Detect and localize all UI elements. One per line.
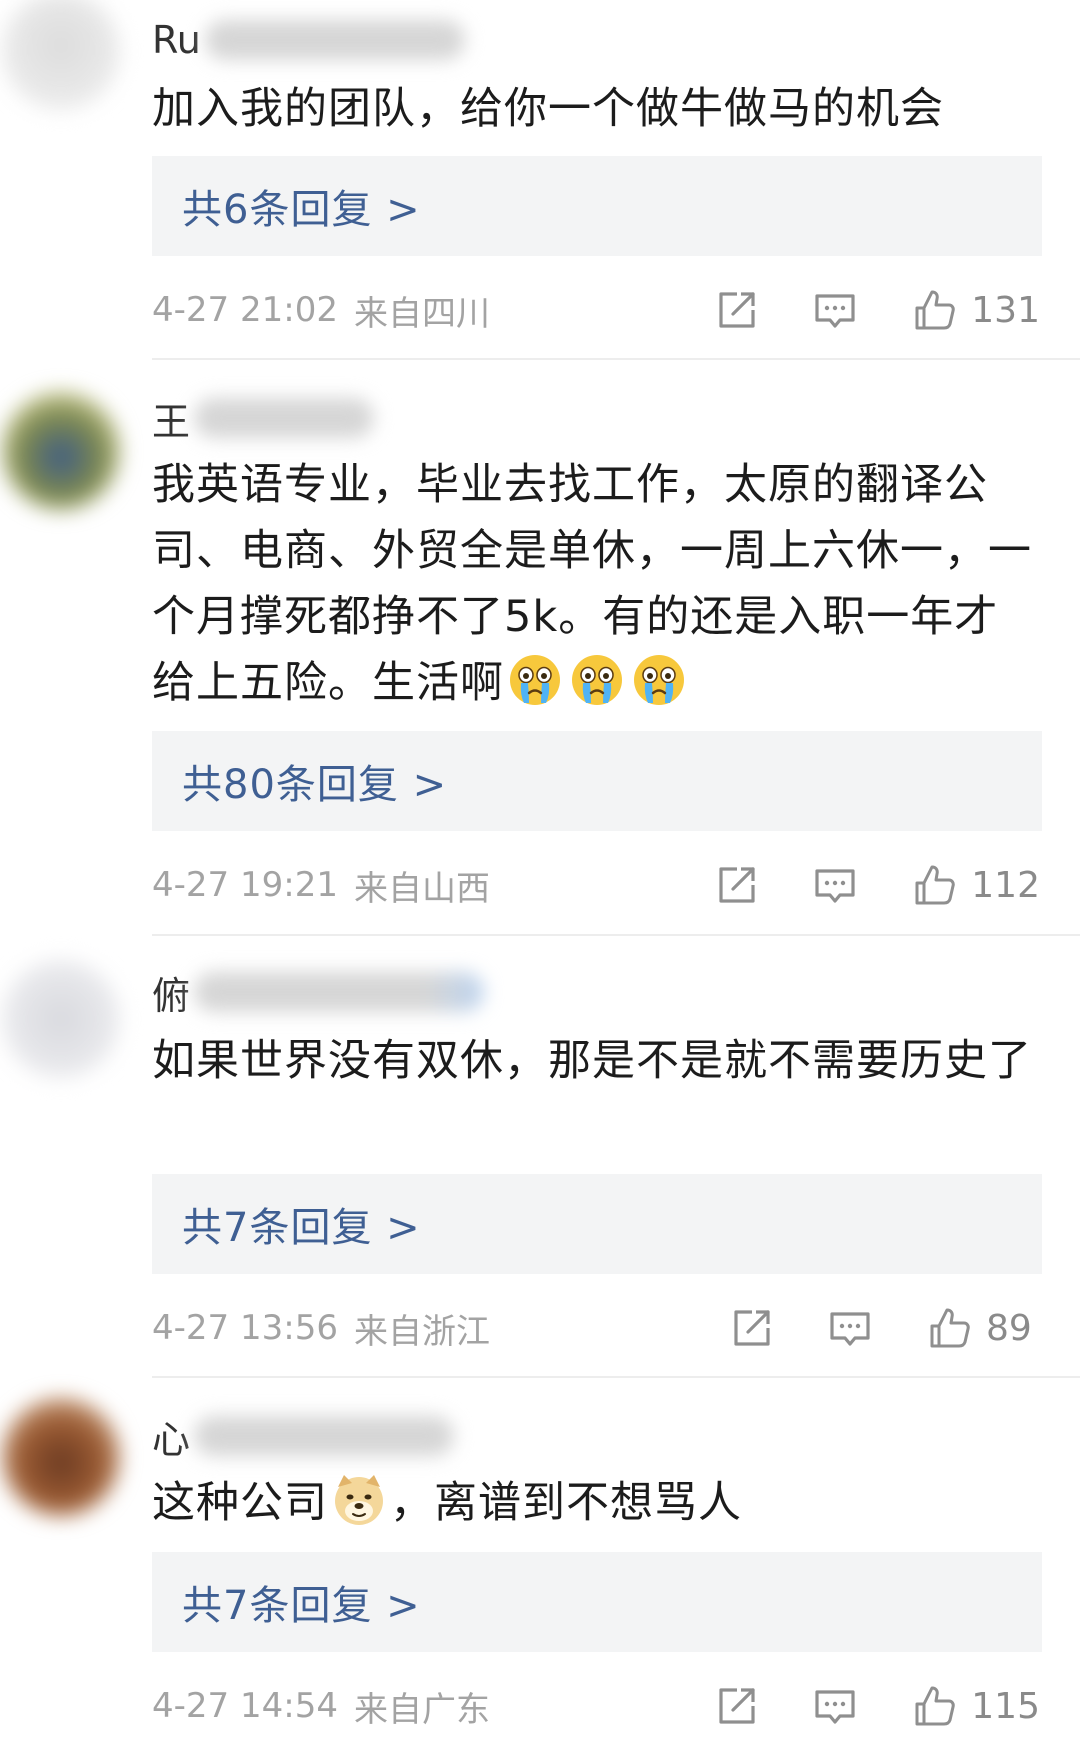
share-icon[interactable] (715, 288, 759, 332)
comment-text-after: ，离谱到不想骂人 (390, 1478, 742, 1528)
username-blur (194, 398, 375, 438)
username[interactable]: Ru (152, 14, 465, 66)
comment-meta: 4-27 13:56 来自浙江 89 (152, 1298, 1040, 1358)
reply-count-label: 共7条回复 > (182, 1205, 421, 1251)
location: 来自四川 (353, 293, 490, 334)
like-icon[interactable] (913, 288, 957, 332)
like-count: 131 (971, 289, 1040, 331)
crying-emoji (570, 653, 624, 707)
view-replies-button[interactable]: 共7条回复 > (152, 1552, 1042, 1652)
username-text: 心 (152, 1417, 191, 1462)
timestamp: 4-27 14:54 (152, 1686, 338, 1726)
avatar[interactable] (2, 960, 120, 1078)
comment-meta: 4-27 21:02 来自四川 131 (152, 280, 1040, 340)
share-icon[interactable] (730, 1306, 774, 1350)
location: 来自山西 (353, 868, 490, 909)
reply-count-label: 共6条回复 > (182, 187, 421, 233)
location: 来自广东 (353, 1689, 490, 1730)
comment-actions: 89 (730, 1306, 1040, 1350)
reply-count-label: 共7条回复 > (182, 1583, 421, 1629)
crying-emoji (632, 653, 686, 707)
username-text: 俯 (152, 973, 191, 1018)
comment-text-before: 这种公司 (152, 1478, 328, 1528)
comment-actions: 112 (715, 863, 1040, 907)
comment-icon[interactable] (813, 863, 857, 907)
view-replies-button[interactable]: 共6条回复 > (152, 156, 1042, 256)
username-text: 王 (152, 399, 191, 444)
comment-icon[interactable] (813, 288, 857, 332)
divider (152, 358, 1080, 360)
timestamp: 4-27 21:02 (152, 290, 338, 330)
timestamp: 4-27 19:21 (152, 865, 338, 905)
comment-text: 加入我的团队，给你一个做牛做马的机会 (152, 84, 944, 134)
avatar[interactable] (2, 0, 120, 110)
like-icon[interactable] (913, 1684, 957, 1728)
like-count: 112 (971, 864, 1040, 906)
view-replies-button[interactable]: 共80条回复 > (152, 731, 1042, 831)
comment-actions: 115 (715, 1684, 1040, 1728)
timestamp: 4-27 13:56 (152, 1308, 338, 1348)
like-count: 115 (971, 1685, 1040, 1727)
comment-text: 如果世界没有双休，那是不是就不需要历史了 (152, 1036, 1032, 1086)
avatar[interactable] (2, 1398, 120, 1516)
crying-emoji (508, 653, 562, 707)
like-count: 89 (986, 1307, 1032, 1349)
username-text: Ru (152, 18, 201, 62)
comment-meta: 4-27 19:21 来自山西 112 (152, 855, 1040, 915)
comment-icon[interactable] (813, 1684, 857, 1728)
comment-text: 我英语专业，毕业去找工作，太原的翻译公司、电商、外贸全是单休，一周上六休一，一个… (152, 452, 1032, 716)
username-blur (204, 20, 465, 60)
like-icon[interactable] (928, 1306, 972, 1350)
divider (152, 1376, 1080, 1378)
share-icon[interactable] (715, 1684, 759, 1728)
username-blur (194, 972, 485, 1012)
username-blur (194, 1416, 455, 1456)
share-icon[interactable] (715, 863, 759, 907)
comment-meta: 4-27 14:54 来自广东 115 (152, 1676, 1040, 1736)
reply-count-label: 共80条回复 > (182, 762, 448, 808)
comment-actions: 131 (715, 288, 1040, 332)
view-replies-button[interactable]: 共7条回复 > (152, 1174, 1042, 1274)
avatar[interactable] (2, 392, 120, 510)
like-icon[interactable] (913, 863, 957, 907)
comment-icon[interactable] (828, 1306, 872, 1350)
comment-text: 这种公司 ，离谱到不想骂人 (152, 1470, 1032, 1536)
username[interactable]: 心 (152, 1410, 455, 1462)
divider (152, 934, 1080, 936)
location: 来自浙江 (353, 1311, 490, 1352)
username[interactable]: 王 (152, 392, 375, 444)
doge-emoji (332, 1473, 386, 1527)
username[interactable]: 俯 (152, 966, 485, 1018)
